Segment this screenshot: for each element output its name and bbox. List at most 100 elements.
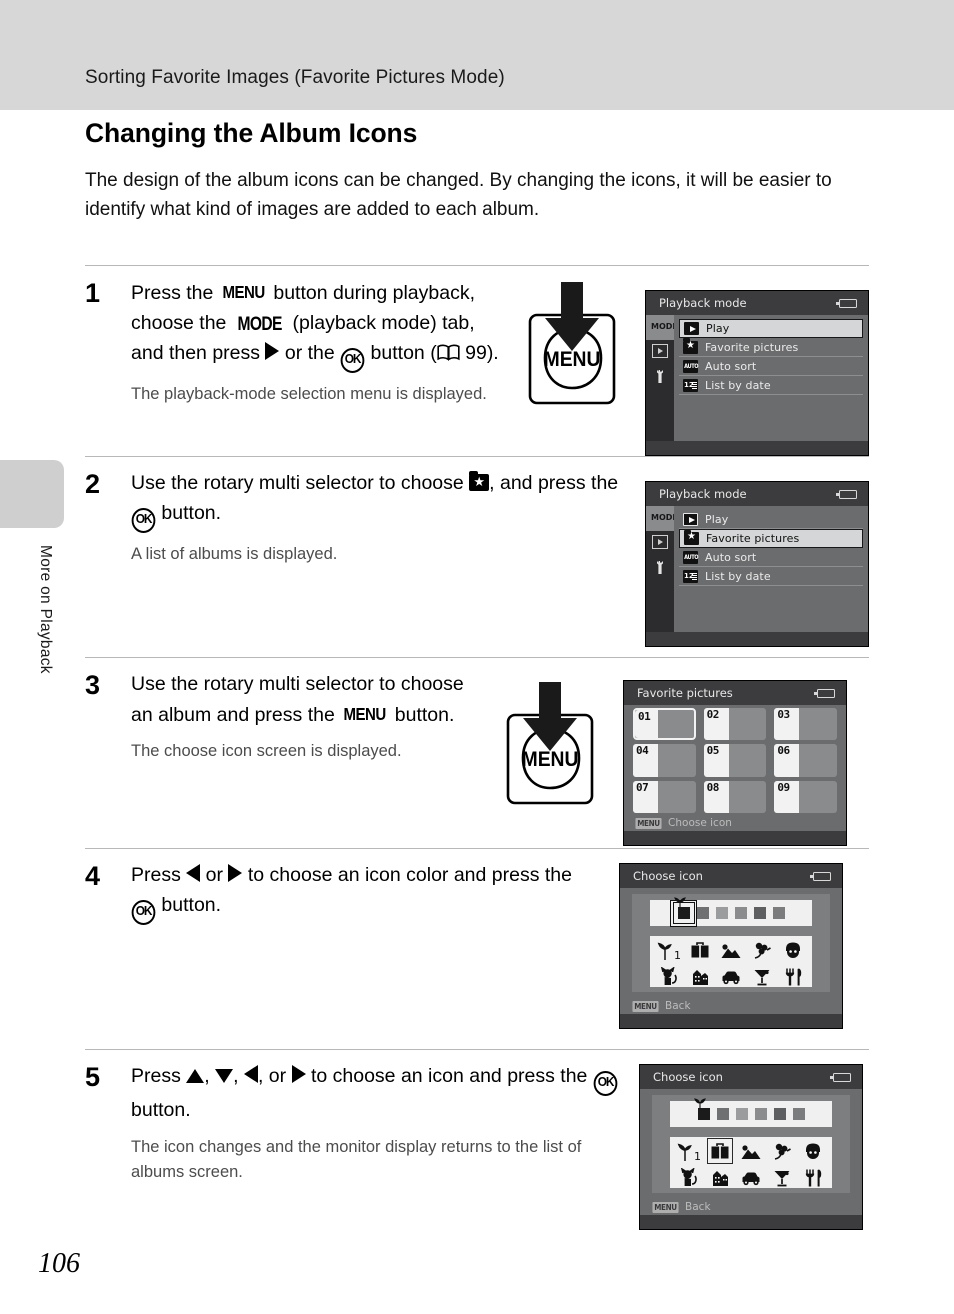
ok-button-icon: OK bbox=[593, 1071, 618, 1096]
step-2-screen-holder: Playback mode MODE Play ★ Favorite pictu… bbox=[645, 481, 869, 657]
list-by-date-icon bbox=[683, 569, 698, 583]
sprout-one-icon[interactable]: 1 bbox=[676, 1139, 702, 1165]
icon-grid: 1 bbox=[670, 1137, 832, 1188]
step-5-text-a: Press bbox=[131, 1065, 187, 1087]
album-tile[interactable]: 06 bbox=[774, 744, 837, 777]
cat-icon[interactable] bbox=[656, 964, 682, 990]
cat-icon[interactable] bbox=[676, 1165, 702, 1191]
album-number: 04 bbox=[636, 744, 649, 758]
album-tile[interactable]: 03 bbox=[774, 708, 837, 741]
menu-item-auto-sort[interactable]: Auto sort bbox=[679, 357, 863, 376]
screen-bottom-bar bbox=[646, 632, 868, 646]
chapter-tab bbox=[0, 460, 64, 528]
tab-mode[interactable]: MODE bbox=[646, 315, 678, 340]
step-3-aside: MENU bbox=[493, 680, 613, 848]
color-swatch[interactable] bbox=[735, 1108, 748, 1120]
menu-item-list-by-date[interactable]: List by date bbox=[679, 376, 863, 395]
screen-title: Playback mode bbox=[646, 482, 868, 506]
album-tile[interactable]: 05 bbox=[703, 744, 767, 777]
menu-item-auto-sort-label: Auto sort bbox=[705, 359, 757, 373]
color-swatch[interactable] bbox=[792, 1108, 805, 1120]
menu-item-auto-sort[interactable]: Auto sort bbox=[679, 548, 863, 567]
menu-item-play-label: Play bbox=[705, 512, 729, 526]
menu-item-auto-sort-label: Auto sort bbox=[705, 550, 757, 564]
favorite-pictures-icon bbox=[683, 338, 698, 354]
step-5-text-d: , or bbox=[257, 1065, 292, 1087]
color-swatch[interactable] bbox=[716, 1108, 729, 1120]
cutlery-icon[interactable] bbox=[780, 964, 806, 990]
svg-text:1: 1 bbox=[694, 1150, 701, 1163]
screen-title: Favorite pictures bbox=[624, 681, 846, 705]
tab-playback[interactable] bbox=[646, 531, 674, 556]
chapter-label: More on Playback bbox=[37, 545, 54, 674]
album-tile[interactable]: 07 bbox=[633, 780, 696, 813]
back-hint: MENU Back bbox=[651, 1201, 711, 1213]
menu-item-list-by-date[interactable]: List by date bbox=[679, 567, 863, 586]
album-tile[interactable]: 08 bbox=[703, 780, 767, 813]
album-tile[interactable]: 09 bbox=[774, 780, 837, 813]
color-swatch-fill bbox=[716, 1108, 729, 1120]
car-icon[interactable] bbox=[718, 964, 744, 990]
mountain-icon[interactable] bbox=[738, 1139, 764, 1165]
ok-button-icon: OK bbox=[340, 348, 365, 373]
tab-setup[interactable] bbox=[646, 556, 674, 581]
step-5-instruction: Press , , , or to choose an icon and pre… bbox=[131, 1062, 621, 1126]
flower-icon[interactable] bbox=[769, 1139, 795, 1165]
back-hint: MENU Back bbox=[631, 1000, 691, 1012]
wrench-icon bbox=[657, 561, 663, 574]
icon-chooser: 1 bbox=[632, 894, 830, 992]
down-arrow-icon bbox=[215, 1069, 234, 1083]
sprout-one-icon[interactable]: 1 bbox=[656, 938, 682, 964]
buildings-icon[interactable] bbox=[707, 1165, 733, 1191]
menu-item-favorite-pictures[interactable]: Favorite pictures bbox=[679, 338, 863, 357]
screen-bottom-bar bbox=[624, 831, 846, 845]
step-1-page-ref: 99 bbox=[465, 342, 487, 364]
album-tile[interactable]: 02 bbox=[703, 708, 767, 741]
menu-item-play[interactable]: Play bbox=[679, 319, 863, 338]
step-5-text-c: , bbox=[233, 1065, 244, 1087]
color-swatch[interactable] bbox=[754, 1108, 767, 1120]
cocktail-icon[interactable] bbox=[749, 964, 775, 990]
cocktail-icon[interactable] bbox=[769, 1165, 795, 1191]
album-tile[interactable]: 01 bbox=[633, 708, 696, 741]
mountain-icon[interactable] bbox=[718, 938, 744, 964]
person-icon[interactable] bbox=[800, 1139, 826, 1165]
menu-glyph: MENU bbox=[222, 282, 265, 302]
step-1-screen-holder: Playback mode MODE Play ★ Favorite pictu… bbox=[645, 290, 869, 456]
person-icon[interactable] bbox=[780, 938, 806, 964]
step-2-instruction: Use the rotary multi selector to choose … bbox=[131, 469, 627, 533]
album-tile[interactable]: 04 bbox=[633, 744, 696, 777]
suitcase-icon[interactable] bbox=[707, 1138, 734, 1165]
color-swatch[interactable] bbox=[753, 907, 766, 919]
ok-button-icon: OK bbox=[131, 507, 156, 533]
buildings-icon[interactable] bbox=[687, 964, 713, 990]
page-content: Changing the Album Icons The design of t… bbox=[85, 118, 869, 1246]
flower-icon[interactable] bbox=[749, 938, 775, 964]
choose-icon-hint: MENU Choose icon bbox=[634, 817, 732, 829]
tab-setup[interactable] bbox=[646, 365, 674, 390]
step-1-text-a: Press the bbox=[131, 282, 219, 304]
menu-item-play[interactable]: Play bbox=[679, 510, 863, 529]
running-head-title: Sorting Favorite Images (Favorite Pictur… bbox=[85, 67, 505, 88]
tab-playback[interactable] bbox=[646, 340, 674, 365]
menu-tag-icon: MENU bbox=[635, 817, 662, 829]
battery-icon bbox=[830, 1073, 851, 1082]
step-2-text-b: , and press the bbox=[489, 472, 619, 494]
album-number: 07 bbox=[636, 780, 649, 794]
color-swatch[interactable] bbox=[773, 1108, 786, 1120]
color-swatch[interactable] bbox=[734, 907, 747, 919]
color-swatch[interactable] bbox=[772, 907, 785, 919]
car-icon[interactable] bbox=[738, 1165, 764, 1191]
play-icon bbox=[684, 322, 699, 335]
color-swatch[interactable] bbox=[670, 897, 697, 927]
color-swatch[interactable] bbox=[715, 907, 728, 919]
tab-mode[interactable]: MODE bbox=[646, 506, 678, 531]
color-swatch[interactable] bbox=[696, 907, 709, 919]
suitcase-icon[interactable] bbox=[687, 938, 713, 964]
menu-tag-icon: MENU bbox=[632, 1000, 659, 1012]
album-grid: 01 02 03 04 05 06 07 08 09 bbox=[624, 705, 846, 813]
cutlery-icon[interactable] bbox=[800, 1165, 826, 1191]
album-number: 02 bbox=[706, 708, 720, 721]
menu-item-favorite-pictures[interactable]: Favorite pictures bbox=[679, 529, 863, 548]
color-swatch[interactable] bbox=[693, 1098, 710, 1120]
